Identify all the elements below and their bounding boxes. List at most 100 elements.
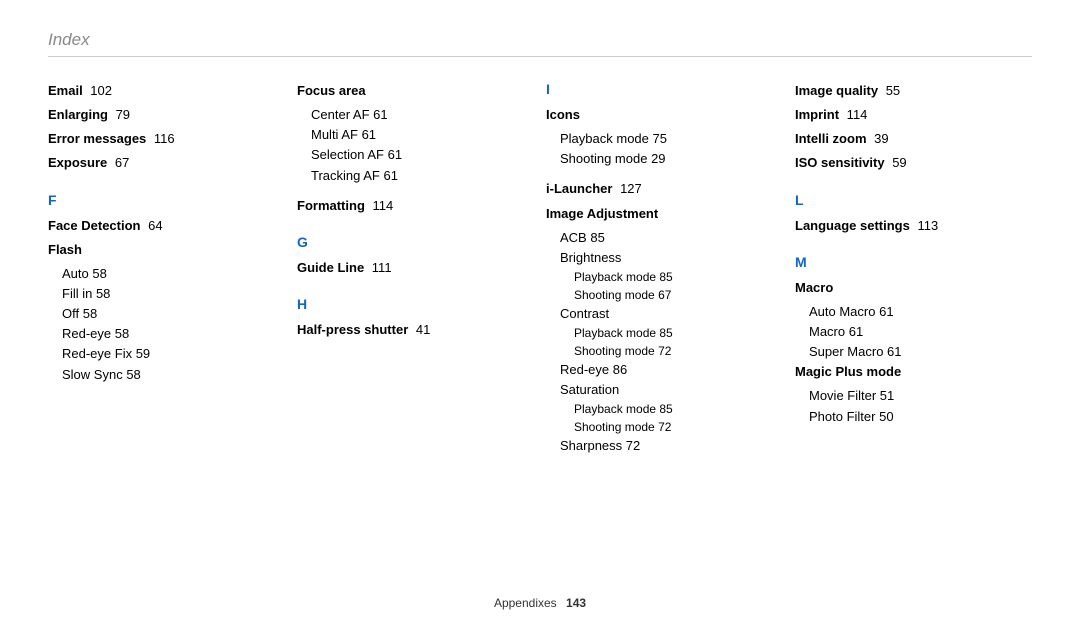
entry-text: Image Adjustment: [546, 206, 658, 221]
entry-page: 58: [89, 266, 107, 281]
index-entry: Macro: [795, 278, 1032, 298]
entry-page: 59: [132, 346, 150, 361]
entry-text: Tracking AF: [311, 168, 380, 183]
entry-text: Formatting: [297, 198, 365, 213]
entry-text: Red-eye Fix: [62, 346, 132, 361]
entry-text: Shooting mode: [574, 420, 655, 434]
index-letter: M: [795, 254, 1032, 270]
index-entry: Playback mode 85: [546, 268, 783, 286]
index-entry: Selection AF 61: [297, 145, 534, 165]
entry-page: 114: [843, 107, 867, 122]
entry-page: 85: [656, 402, 673, 416]
index-letter: I: [546, 81, 783, 97]
index-entry: Fill in 58: [48, 284, 285, 304]
index-entry: Super Macro 61: [795, 342, 1032, 362]
entry-text: Exposure: [48, 155, 107, 170]
entry-text: Red-eye: [62, 326, 111, 341]
entry-text: Icons: [546, 107, 580, 122]
index-entry: Intelli zoom 39: [795, 129, 1032, 149]
entry-page: 58: [92, 286, 110, 301]
index-entry: Slow Sync 58: [48, 365, 285, 385]
entry-text: ACB: [560, 230, 587, 245]
index-page: Index Email 102Enlarging 79Error message…: [0, 0, 1080, 630]
entry-page: 51: [876, 388, 894, 403]
index-entry: Language settings 113: [795, 216, 1032, 236]
entry-page: 67: [655, 288, 672, 302]
index-entry: Error messages 116: [48, 129, 285, 149]
entry-text: Focus area: [297, 83, 366, 98]
entry-text: Multi AF: [311, 127, 358, 142]
entry-text: Shooting mode: [574, 288, 655, 302]
entry-page: 72: [655, 344, 672, 358]
index-entry: Shooting mode 72: [546, 342, 783, 360]
entry-text: ISO sensitivity: [795, 155, 885, 170]
entry-text: Playback mode: [560, 131, 649, 146]
entry-text: Error messages: [48, 131, 146, 146]
index-entry: Flash: [48, 240, 285, 260]
index-columns: Email 102Enlarging 79Error messages 116E…: [48, 81, 1032, 457]
index-entry: Exposure 67: [48, 153, 285, 173]
entry-page: 72: [655, 420, 672, 434]
entry-text: Playback mode: [574, 270, 656, 284]
index-entry: ACB 85: [546, 228, 783, 248]
entry-text: Half-press shutter: [297, 322, 408, 337]
entry-page: 58: [79, 306, 97, 321]
footer-section: Appendixes: [494, 596, 557, 610]
index-entry: Center AF 61: [297, 105, 534, 125]
entry-text: Playback mode: [574, 326, 656, 340]
entry-page: 61: [370, 107, 388, 122]
index-entry: Photo Filter 50: [795, 407, 1032, 427]
index-entry: Red-eye 58: [48, 324, 285, 344]
entry-page: 113: [914, 218, 938, 233]
index-entry: Focus area: [297, 81, 534, 101]
entry-page: 61: [875, 304, 893, 319]
index-letter: H: [297, 296, 534, 312]
index-entry: Formatting 114: [297, 196, 534, 216]
index-entry: Face Detection 64: [48, 216, 285, 236]
entry-page: 114: [369, 198, 393, 213]
entry-text: Macro: [795, 280, 833, 295]
entry-text: Auto: [62, 266, 89, 281]
entry-page: 67: [111, 155, 129, 170]
index-entry: Sharpness 72: [546, 436, 783, 456]
index-entry: Shooting mode 72: [546, 418, 783, 436]
index-entry: Auto 58: [48, 264, 285, 284]
index-entry: Imprint 114: [795, 105, 1032, 125]
entry-page: 58: [123, 367, 141, 382]
entry-text: Playback mode: [574, 402, 656, 416]
entry-page: 61: [384, 147, 402, 162]
entry-text: Auto Macro: [809, 304, 875, 319]
index-entry: ISO sensitivity 59: [795, 153, 1032, 173]
index-entry: Guide Line 111: [297, 258, 534, 278]
page-title: Index: [48, 30, 1032, 50]
index-column: Image quality 55 Imprint 114 Intelli zoom …: [795, 81, 1032, 457]
index-entry: Playback mode 75: [546, 129, 783, 149]
entry-text: Super Macro: [809, 344, 883, 359]
entry-text: Saturation: [560, 382, 619, 397]
entry-page: 111: [368, 260, 391, 275]
index-letter: L: [795, 192, 1032, 208]
entry-text: Slow Sync: [62, 367, 123, 382]
index-entry: Image Adjustment: [546, 204, 783, 224]
entry-text: Brightness: [560, 250, 621, 265]
index-entry: Image quality 55: [795, 81, 1032, 101]
index-entry: Multi AF 61: [297, 125, 534, 145]
entry-page: 75: [649, 131, 667, 146]
entry-text: Macro: [809, 324, 845, 339]
index-entry: Enlarging 79: [48, 105, 285, 125]
entry-page: 102: [87, 83, 112, 98]
entry-text: Face Detection: [48, 218, 140, 233]
entry-text: Contrast: [560, 306, 609, 321]
entry-page: 85: [656, 270, 673, 284]
divider: [48, 56, 1032, 57]
entry-page: 85: [587, 230, 605, 245]
entry-text: Center AF: [311, 107, 370, 122]
index-entry: Red-eye Fix 59: [48, 344, 285, 364]
entry-text: Image quality: [795, 83, 878, 98]
index-entry: Brightness: [546, 248, 783, 268]
entry-page: 61: [358, 127, 376, 142]
entry-page: 59: [889, 155, 907, 170]
entry-page: 127: [616, 181, 641, 196]
index-entry: i-Launcher 127: [546, 179, 783, 199]
entry-page: 79: [112, 107, 130, 122]
